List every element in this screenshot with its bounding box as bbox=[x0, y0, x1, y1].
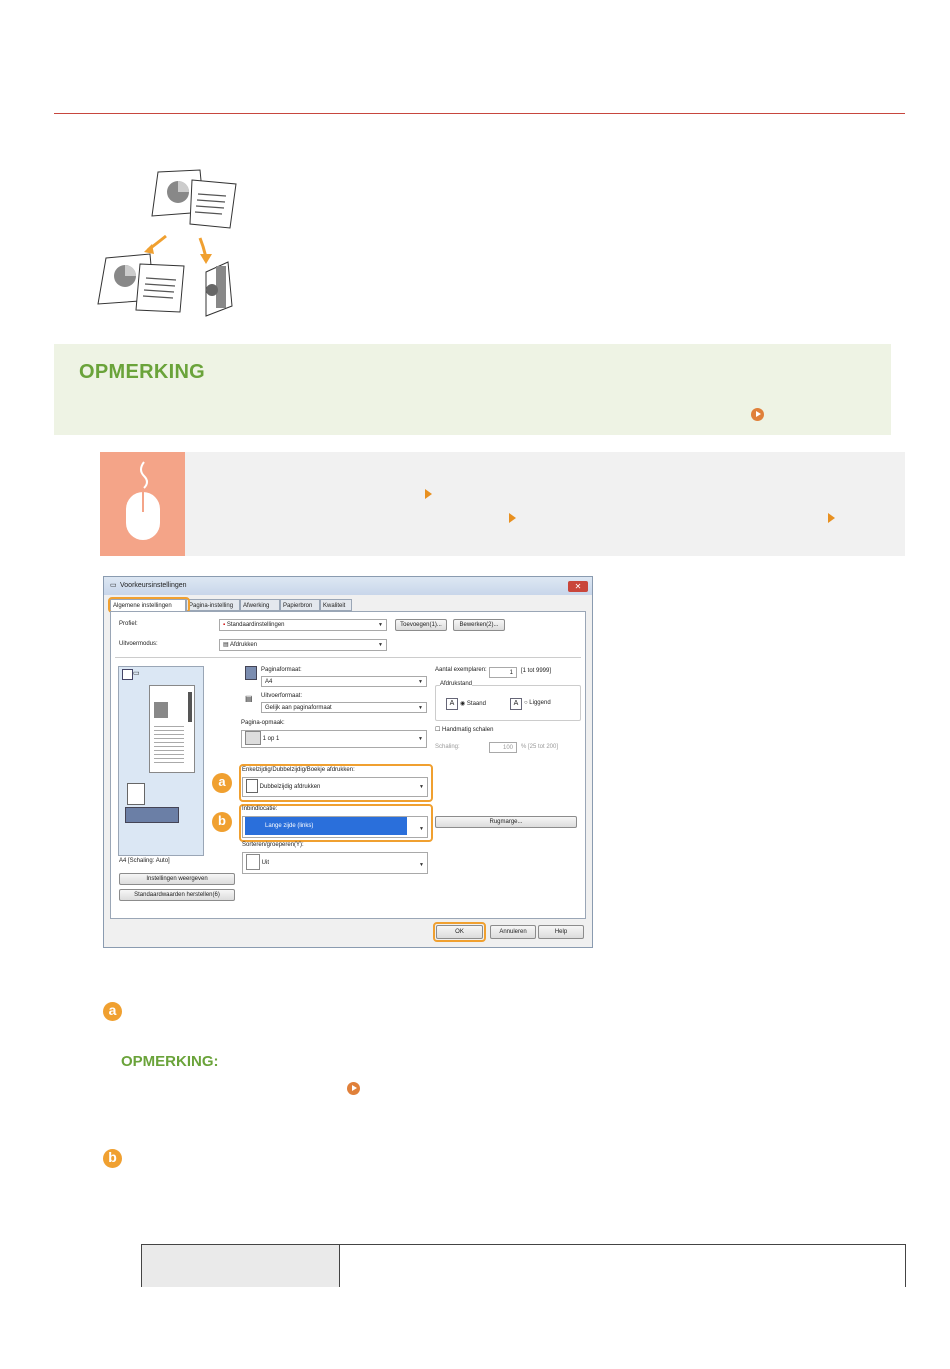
separator bbox=[115, 657, 581, 658]
duplex-illustration bbox=[97, 169, 237, 317]
edit-profile-button[interactable]: Bewerken(2)... bbox=[453, 619, 505, 631]
duplex-preview-icon bbox=[125, 807, 179, 823]
preview-pane: ▭ bbox=[118, 666, 204, 856]
duplex-label: Enkelzijdig/Dubbelzijdig/Boekje afdrukke… bbox=[242, 767, 355, 773]
badge-b: b bbox=[212, 812, 232, 832]
collate-label: Sorteren/groeperen(Y): bbox=[242, 842, 304, 848]
copies-range: [1 tot 9999] bbox=[521, 668, 552, 674]
preview-icon[interactable] bbox=[122, 669, 133, 680]
copies-label: Aantal exemplaren: bbox=[435, 667, 487, 673]
note-title: OPMERKING bbox=[79, 361, 206, 383]
binding-table bbox=[141, 1244, 906, 1287]
output-size-select[interactable]: Gelijk aan paginaformaat ▼ bbox=[261, 702, 427, 713]
tab-finishing[interactable]: Afwerking bbox=[240, 599, 280, 611]
duplex-icon bbox=[246, 779, 258, 794]
duplex-select[interactable]: Dubbelzijdig afdrukken ▼ bbox=[242, 777, 428, 797]
page-size-icon bbox=[245, 666, 257, 680]
printer-icon: ▭ bbox=[110, 582, 117, 589]
collate-icon bbox=[246, 854, 260, 871]
note-box bbox=[54, 344, 891, 435]
layout-icon bbox=[245, 731, 261, 746]
profile-select[interactable]: ▪ Standaardinstellingen ▼ bbox=[219, 619, 387, 631]
landscape-icon: A bbox=[510, 698, 522, 710]
table-header-cell bbox=[142, 1245, 340, 1287]
page-layout-select[interactable]: 1 op 1 ▼ bbox=[241, 730, 427, 748]
help-button[interactable]: Help bbox=[538, 925, 584, 939]
view-settings-button[interactable]: Instellingen weergeven bbox=[119, 873, 235, 885]
mouse-panel bbox=[100, 452, 185, 556]
tab-quality[interactable]: Kwaliteit bbox=[320, 599, 352, 611]
badge-a: a bbox=[212, 773, 232, 793]
printer-view-icon[interactable]: ▭ bbox=[133, 669, 142, 678]
portrait-radio[interactable]: ◉ Staand bbox=[460, 700, 486, 707]
scaling-input[interactable]: 100 bbox=[489, 742, 517, 753]
restore-defaults-button[interactable]: Standaardwaarden herstellen(6) bbox=[119, 889, 235, 901]
scaling-range: % [25 tot 200] bbox=[521, 744, 559, 750]
gutter-button[interactable]: Rugmarge... bbox=[435, 816, 577, 828]
operation-box bbox=[100, 452, 905, 556]
output-size-icon: ▤ bbox=[245, 694, 253, 703]
bullet-b: b bbox=[103, 1149, 122, 1168]
bullet-a: a bbox=[103, 1002, 122, 1021]
link-arrow-icon[interactable] bbox=[751, 408, 764, 421]
output-mode-label: Uitvoermodus: bbox=[119, 641, 158, 647]
mouse-icon bbox=[126, 461, 160, 540]
orientation-label: Afdrukstand bbox=[440, 681, 473, 687]
landscape-radio[interactable]: ○ Liggend bbox=[524, 700, 551, 706]
settings-panel: Profiel: ▪ Standaardinstellingen ▼ Toevo… bbox=[110, 611, 586, 919]
page-preview bbox=[149, 685, 195, 773]
page-size-label: Paginaformaat: bbox=[261, 667, 302, 673]
dialog-titlebar: ▭ Voorkeursinstellingen ✕ bbox=[104, 577, 592, 595]
ok-button[interactable]: OK bbox=[436, 925, 483, 939]
step-arrow-icon bbox=[509, 513, 516, 523]
orientation-group: Afdrukstand A ◉ Staand A ○ Liggend bbox=[435, 681, 581, 721]
preferences-dialog: ▭ Voorkeursinstellingen ✕ Algemene inste… bbox=[103, 576, 593, 948]
add-profile-button[interactable]: Toevoegen(1)... bbox=[395, 619, 447, 631]
output-size-label: Uitvoerformaat: bbox=[261, 693, 303, 699]
close-button[interactable]: ✕ bbox=[568, 581, 588, 592]
collate-select[interactable]: Uit ▼ bbox=[242, 852, 428, 874]
portrait-icon: A bbox=[446, 698, 458, 710]
cancel-button[interactable]: Annuleren bbox=[490, 925, 536, 939]
link-arrow-icon[interactable] bbox=[347, 1082, 360, 1095]
tab-paper-source[interactable]: Papierbron bbox=[280, 599, 320, 611]
profile-label: Profiel: bbox=[119, 621, 138, 627]
dialog-title: Voorkeursinstellingen bbox=[120, 582, 187, 589]
scaling-label: Schaling: bbox=[435, 744, 460, 750]
output-mode-select[interactable]: ▤ Afdrukken ▼ bbox=[219, 639, 387, 651]
page-layout-label: Pagina-opmaak: bbox=[241, 720, 285, 726]
manual-scaling-checkbox[interactable]: ☐ Handmatig schalen bbox=[435, 726, 493, 733]
copies-icon bbox=[127, 783, 145, 805]
binding-select[interactable]: Lange zijde (links) ▼ bbox=[242, 816, 428, 838]
step-arrow-icon bbox=[425, 489, 432, 499]
header-rule bbox=[54, 113, 905, 114]
preview-status: A4 [Schaling: Auto] bbox=[119, 858, 170, 864]
tab-page-setup[interactable]: Pagina-instelling bbox=[186, 599, 240, 611]
sub-note-title: OPMERKING: bbox=[121, 1053, 219, 1070]
binding-label: Inbindlocatie: bbox=[242, 806, 278, 812]
copies-input[interactable]: 1 bbox=[489, 667, 517, 678]
page-size-select[interactable]: A4 ▼ bbox=[261, 676, 427, 687]
step-arrow-icon bbox=[828, 513, 835, 523]
